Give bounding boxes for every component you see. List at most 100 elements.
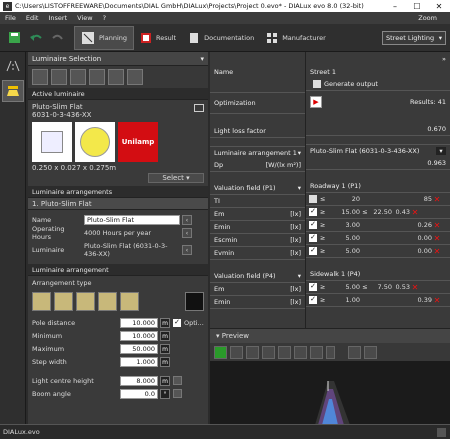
arrangement-type-1[interactable] <box>32 291 51 311</box>
optimization-label: Optimization <box>214 99 256 107</box>
copy-icon[interactable] <box>194 104 204 112</box>
em-checkbox[interactable]: ✓ <box>309 208 317 216</box>
save-icon[interactable] <box>6 30 22 46</box>
name-arrow-button[interactable]: ‹ <box>182 214 192 225</box>
view-mode-6-button[interactable] <box>294 345 307 359</box>
ti-checkbox[interactable] <box>309 195 317 203</box>
luminaire-tool-2[interactable] <box>51 69 67 85</box>
name-field[interactable]: Pluto-Slim Flat <box>84 214 180 225</box>
view-mode-4-button[interactable] <box>262 345 275 359</box>
valuation-field-p1-row[interactable]: Valuation field (P1) ▾ <box>210 182 305 195</box>
luminaire-arrow-button[interactable]: ‹ <box>182 245 192 255</box>
em4-checkbox[interactable]: ✓ <box>309 283 317 291</box>
luminaire-tool-6[interactable] <box>127 69 143 85</box>
preview-scene[interactable] <box>210 361 450 425</box>
em-row: Em [lx] <box>210 208 305 221</box>
arrangement-type-3[interactable] <box>76 291 95 311</box>
pin-icon[interactable]: ▾ <box>200 55 204 63</box>
minimum-unit[interactable]: m <box>160 330 170 341</box>
hours-arrow-button[interactable]: ‹ <box>182 227 192 238</box>
luminaire-tool-button[interactable] <box>2 80 24 102</box>
mode-dropdown[interactable]: Street Lighting ▾ <box>382 30 446 45</box>
emin-unit: [lx] <box>290 223 301 231</box>
luminaire-icon <box>7 86 19 96</box>
pole-distance-field[interactable]: 10.000 <box>120 317 158 328</box>
pole-distance-unit[interactable]: m <box>160 317 170 328</box>
valuation-field-p1-label: Valuation field (P1) <box>214 184 276 192</box>
settings-icon[interactable] <box>437 427 446 437</box>
light-centre-height-field[interactable]: 8.000 <box>120 375 158 386</box>
view-mode-5-button[interactable] <box>278 345 291 359</box>
menu-file[interactable]: File <box>0 14 21 22</box>
fail-icon: ✕ <box>433 194 441 204</box>
arrangement-list-item[interactable]: 1. Pluto-Slim Flat <box>28 198 208 210</box>
luminaire-tool-4[interactable] <box>89 69 105 85</box>
step-width-field[interactable]: 1.000 <box>120 356 158 367</box>
tab-manufacturer[interactable]: Manufacturer <box>260 26 332 50</box>
menu-insert[interactable]: Insert <box>43 14 72 22</box>
generate-output-checkbox[interactable] <box>313 80 321 88</box>
brand-logo: Unilamp <box>118 122 158 162</box>
measure-button[interactable] <box>364 345 377 359</box>
close-button[interactable]: ✕ <box>428 2 450 11</box>
more-icon[interactable]: » <box>442 55 446 63</box>
valuation-field-p4-row[interactable]: Valuation field (P4) ▾ <box>210 270 305 283</box>
luminaire-dropdown[interactable]: Pluto-Slim Flat (6031-0-3-436-XX) ▾ <box>306 144 450 157</box>
escmin-checkbox[interactable]: ✓ <box>309 234 317 242</box>
em4-operator: ≥ <box>320 283 326 291</box>
view-mode-1-button[interactable] <box>214 345 227 359</box>
maximum-unit[interactable]: m <box>160 343 170 354</box>
light-centre-height-unit[interactable]: m <box>160 375 170 386</box>
step-width-unit[interactable]: m <box>160 356 170 367</box>
luminaire-value: Pluto-Slim Flat (6031-0-3-436-XX) <box>84 242 168 258</box>
arrangement-type-2[interactable] <box>54 291 73 311</box>
maximum-field[interactable]: 50.000 <box>120 343 158 354</box>
menu-edit[interactable]: Edit <box>21 14 44 22</box>
chevron-down-icon: ▾ <box>438 33 442 42</box>
evmin-checkbox[interactable]: ✓ <box>309 247 317 255</box>
evmin-row: Evmin [lx] <box>210 247 305 260</box>
redo-icon[interactable] <box>50 30 66 46</box>
emin4-checkbox[interactable]: ✓ <box>309 296 317 304</box>
arrangement-type-4[interactable] <box>98 291 117 311</box>
luminaire-arrangement-row[interactable]: Luminaire arrangement 1 ▾ <box>210 146 305 159</box>
minimum-field[interactable]: 10.000 <box>120 330 158 341</box>
fit-view-button[interactable] <box>348 345 361 359</box>
luminaire-tool-5[interactable] <box>108 69 124 85</box>
ti-label: TI <box>214 197 220 205</box>
menu-help[interactable]: ? <box>98 14 111 22</box>
optimize-label: Opti... <box>184 318 204 327</box>
preview-header[interactable]: ▾ Preview <box>210 329 450 343</box>
undo-icon[interactable] <box>28 30 44 46</box>
dp-value: 0.963 <box>427 159 446 167</box>
arrangement-type-5[interactable] <box>120 291 139 311</box>
zoom-menu[interactable]: Zoom <box>413 14 442 22</box>
luminaire-tool-3[interactable] <box>70 69 86 85</box>
emin4-result: 0.39 <box>417 296 432 304</box>
view-mode-3-button[interactable] <box>246 345 259 359</box>
street-tool-button[interactable] <box>2 55 24 77</box>
tab-planning[interactable]: Planning <box>74 25 134 50</box>
ti-row: TI <box>210 195 305 208</box>
tab-result[interactable]: Result <box>134 26 182 50</box>
optimize-checkbox[interactable]: ✓ <box>173 318 181 327</box>
view-mode-7-button[interactable] <box>310 345 323 359</box>
run-optimization-button[interactable]: ▶ <box>310 95 322 108</box>
luminaire-name: Pluto-Slim Flat <box>32 103 83 111</box>
tab-documentation[interactable]: Documentation <box>182 26 260 50</box>
luminaire-tool-1[interactable] <box>32 69 48 85</box>
expand-views-button[interactable] <box>326 345 335 359</box>
fail-icon: ✕ <box>411 207 419 217</box>
select-button[interactable]: Select ▾ <box>148 173 204 183</box>
fail-icon: ✕ <box>411 282 419 292</box>
maximize-button[interactable]: ☐ <box>406 2 428 11</box>
boom-angle-field[interactable]: 0.0 <box>120 388 158 399</box>
menu-view[interactable]: View <box>72 14 97 22</box>
light-centre-height-lock[interactable] <box>173 376 182 385</box>
emin-checkbox[interactable]: ✓ <box>309 221 317 229</box>
minimize-button[interactable]: – <box>384 2 406 11</box>
optimization-controls: ▶ Results: 41 <box>306 90 450 112</box>
boom-angle-unit[interactable]: ° <box>160 388 170 399</box>
view-mode-2-button[interactable] <box>230 345 243 359</box>
boom-angle-lock[interactable] <box>173 389 182 398</box>
